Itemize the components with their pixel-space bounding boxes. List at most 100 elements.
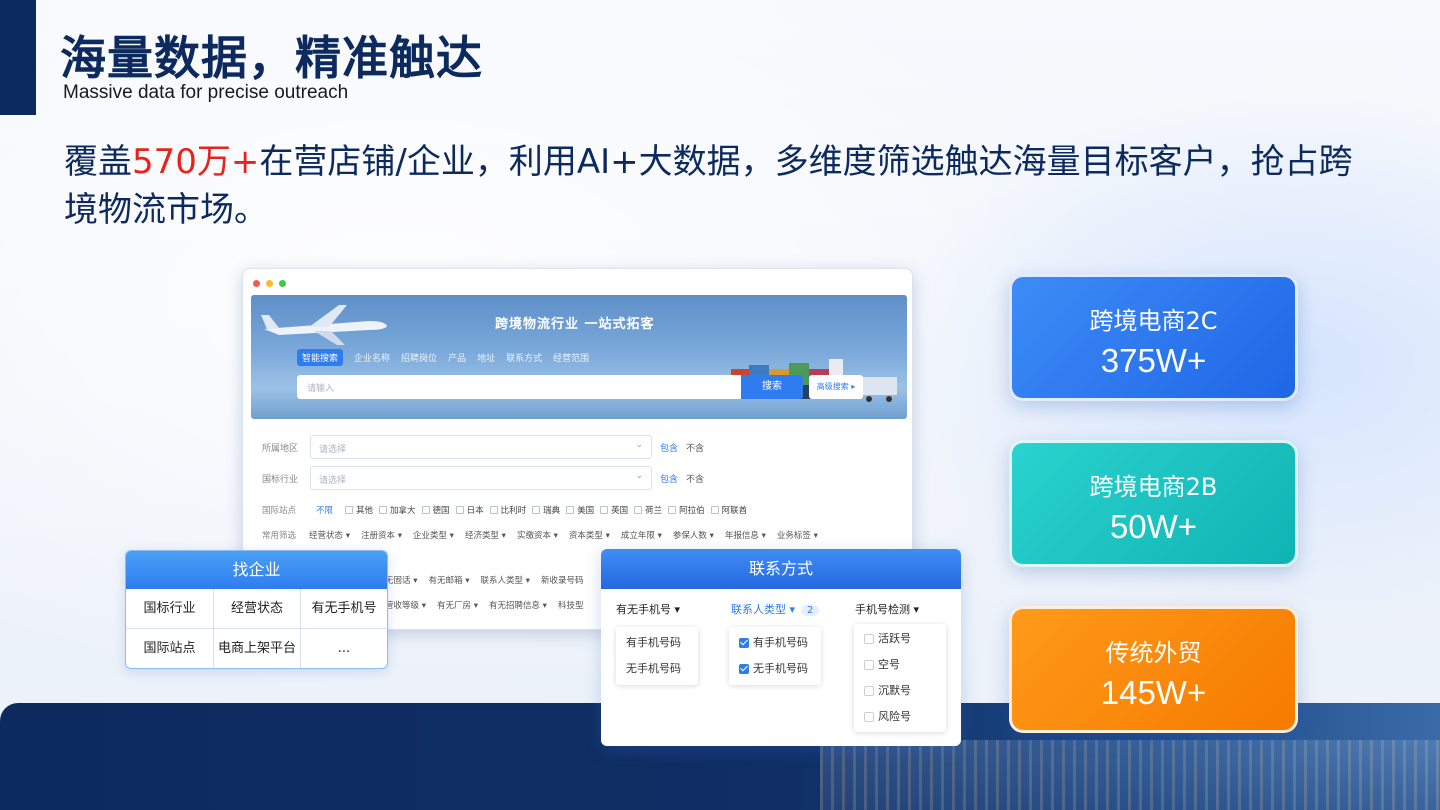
tab-product[interactable]: 产品 (448, 351, 466, 364)
grid-cell[interactable]: 有无手机号 (301, 589, 387, 629)
tab-address[interactable]: 地址 (477, 351, 495, 364)
filter-dropdown[interactable]: 科技型 (558, 599, 584, 611)
footer-city-image (820, 740, 1440, 810)
filter-dropdown[interactable]: 有无邮箱 ▾ (428, 574, 469, 586)
tab-business-scope[interactable]: 经营范围 (553, 351, 589, 364)
minimize-dot-icon[interactable] (266, 280, 273, 287)
stat-title: 跨境电商2C (1089, 307, 1218, 335)
option[interactable]: 有手机号码 (616, 630, 698, 656)
grid-cell[interactable]: 电商上架平台 (214, 629, 301, 668)
site-checkbox[interactable]: 其他 (345, 504, 373, 516)
exclude-toggle[interactable]: 不含 (686, 441, 704, 454)
tab-company-name[interactable]: 企业名称 (354, 351, 390, 364)
checkbox-icon[interactable] (864, 660, 874, 670)
checkbox-icon[interactable] (864, 712, 874, 722)
site-checkbox[interactable]: 英国 (600, 504, 628, 516)
stat-value: 375W+ (1100, 342, 1207, 379)
option[interactable]: 空号 (854, 652, 946, 678)
chevron-down-icon: ⌄ (635, 440, 643, 450)
filter-dropdown[interactable]: 经营状态 ▾ (309, 529, 350, 541)
grid-cell[interactable]: 经营状态 (214, 589, 301, 629)
checkbox-icon[interactable] (864, 686, 874, 696)
filter-dropdown[interactable]: 资本类型 ▾ (569, 529, 610, 541)
site-checkbox[interactable]: 比利时 (489, 504, 526, 516)
filter-dropdown[interactable]: 经济类型 ▾ (465, 529, 506, 541)
site-checkbox[interactable]: 德国 (421, 504, 450, 516)
filter-dropdown[interactable]: 联系人类型 ▾ (480, 574, 529, 586)
site-checkbox[interactable]: 阿拉伯 (668, 504, 705, 516)
option-checked[interactable]: 有手机号码 (729, 630, 821, 656)
filter-industry: 国标行业 请选择 ⌄ 包含 不含 (262, 466, 704, 490)
site-checkbox[interactable]: 加拿大 (379, 504, 416, 516)
option[interactable]: 活跃号 (854, 626, 946, 652)
filter-dropdown[interactable]: 年报信息 ▾ (725, 529, 766, 541)
grid-cell[interactable]: ... (301, 629, 387, 668)
site-checkbox[interactable]: 日本 (455, 504, 484, 516)
search-button[interactable]: 搜索 (741, 375, 803, 399)
corner-accent (0, 0, 36, 115)
site-checkbox[interactable]: 阿联酋 (710, 504, 747, 516)
filter-row-4: 营收等级 ▾ 有无厂房 ▾ 有无招聘信息 ▾ 科技型 (385, 599, 583, 611)
advanced-search-button[interactable]: 高级搜索 ▸ (809, 375, 863, 399)
exclude-toggle[interactable]: 不含 (686, 472, 704, 485)
filter-label: 国标行业 (262, 474, 299, 485)
filter-dropdown[interactable]: 无固话 ▾ (385, 574, 417, 586)
card-title: 找企业 (126, 551, 387, 589)
stat-title: 跨境电商2B (1089, 473, 1218, 501)
stat-card-2b: 跨境电商2B 50W+ (1009, 440, 1298, 567)
stat-value: 50W+ (1109, 508, 1198, 545)
stat-title: 传统外贸 (1105, 639, 1202, 667)
close-dot-icon[interactable] (253, 280, 260, 287)
filter-dropdown[interactable]: 注册资本 ▾ (361, 529, 402, 541)
select-placeholder: 请选择 (319, 445, 347, 455)
grid-cell[interactable]: 国际站点 (126, 629, 214, 668)
filter-label: 常用筛选 (262, 531, 297, 541)
filter-dropdown[interactable]: 参保人数 ▾ (673, 529, 714, 541)
search-input[interactable]: 请输入 (297, 375, 741, 399)
filter-dropdown[interactable]: 有无厂房 ▾ (437, 599, 478, 611)
select-placeholder: 请选择 (319, 476, 347, 486)
checkbox-checked-icon[interactable] (739, 664, 749, 674)
site-checkbox[interactable]: 荷兰 (634, 504, 662, 516)
grid-cell[interactable]: 国标行业 (126, 589, 214, 629)
window-controls (253, 280, 286, 287)
filter-dropdown[interactable]: 营收等级 ▾ (385, 599, 426, 611)
common-filter-row: 常用筛选 经营状态 ▾ 注册资本 ▾ 企业类型 ▾ 经济类型 ▾ 实缴资本 ▾ … (262, 529, 818, 541)
filter-dropdown[interactable]: 有无招聘信息 ▾ (489, 599, 547, 611)
site-checkbox[interactable]: 美国 (566, 504, 594, 516)
option[interactable]: 沉默号 (854, 678, 946, 704)
contact-method-card: 联系方式 有无手机号 ▾ 联系人类型 ▾ 2 手机号检测 ▾ 有手机号码 无手机号… (601, 549, 961, 746)
stat-card-trade: 传统外贸 145W+ (1009, 606, 1298, 733)
find-company-card: 找企业 国标行业 经营状态 有无手机号 国际站点 电商上架平台 ... (125, 550, 388, 669)
banner-title: 跨境物流行业 一站式拓客 (495, 317, 655, 332)
stat-value: 145W+ (1100, 674, 1207, 711)
airplane-icon (261, 305, 387, 345)
has-mobile-popover: 有手机号码 无手机号码 (616, 627, 698, 685)
filter-dropdown[interactable]: 实缴资本 ▾ (517, 529, 558, 541)
filter-dropdown[interactable]: 企业类型 ▾ (413, 529, 454, 541)
include-toggle[interactable]: 包含 (660, 472, 678, 485)
tab-contact[interactable]: 联系方式 (506, 351, 542, 364)
page-subtitle: Massive data for precise outreach (63, 82, 349, 103)
has-mobile-dropdown[interactable]: 有无手机号 ▾ (616, 601, 680, 617)
checkbox-icon[interactable] (864, 634, 874, 644)
filter-dropdown[interactable]: 业务标签 ▾ (777, 529, 818, 541)
contact-type-dropdown[interactable]: 联系人类型 ▾ 2 (731, 601, 820, 617)
filter-dropdown[interactable]: 新收录号码 (541, 574, 584, 586)
tab-smart-search[interactable]: 智能搜索 (297, 349, 344, 366)
checkbox-checked-icon[interactable] (739, 638, 749, 648)
intro-pre: 覆盖 (64, 142, 132, 182)
industry-select[interactable]: 请选择 ⌄ (310, 466, 652, 490)
filter-dropdown[interactable]: 成立年限 ▾ (621, 529, 662, 541)
site-checkbox[interactable]: 瑞典 (532, 504, 560, 516)
page-title: 海量数据，精准触达 (60, 31, 483, 85)
option-checked[interactable]: 无手机号码 (729, 656, 821, 682)
option[interactable]: 无手机号码 (616, 656, 698, 682)
option[interactable]: 风险号 (854, 704, 946, 730)
region-select[interactable]: 请选择 ⌄ (310, 435, 652, 459)
tab-job-position[interactable]: 招聘岗位 (401, 351, 437, 364)
mobile-check-dropdown[interactable]: 手机号检测 ▾ (855, 601, 919, 617)
site-unlimited[interactable]: 不限 (316, 504, 333, 516)
maximize-dot-icon[interactable] (279, 280, 286, 287)
include-toggle[interactable]: 包含 (660, 441, 678, 454)
